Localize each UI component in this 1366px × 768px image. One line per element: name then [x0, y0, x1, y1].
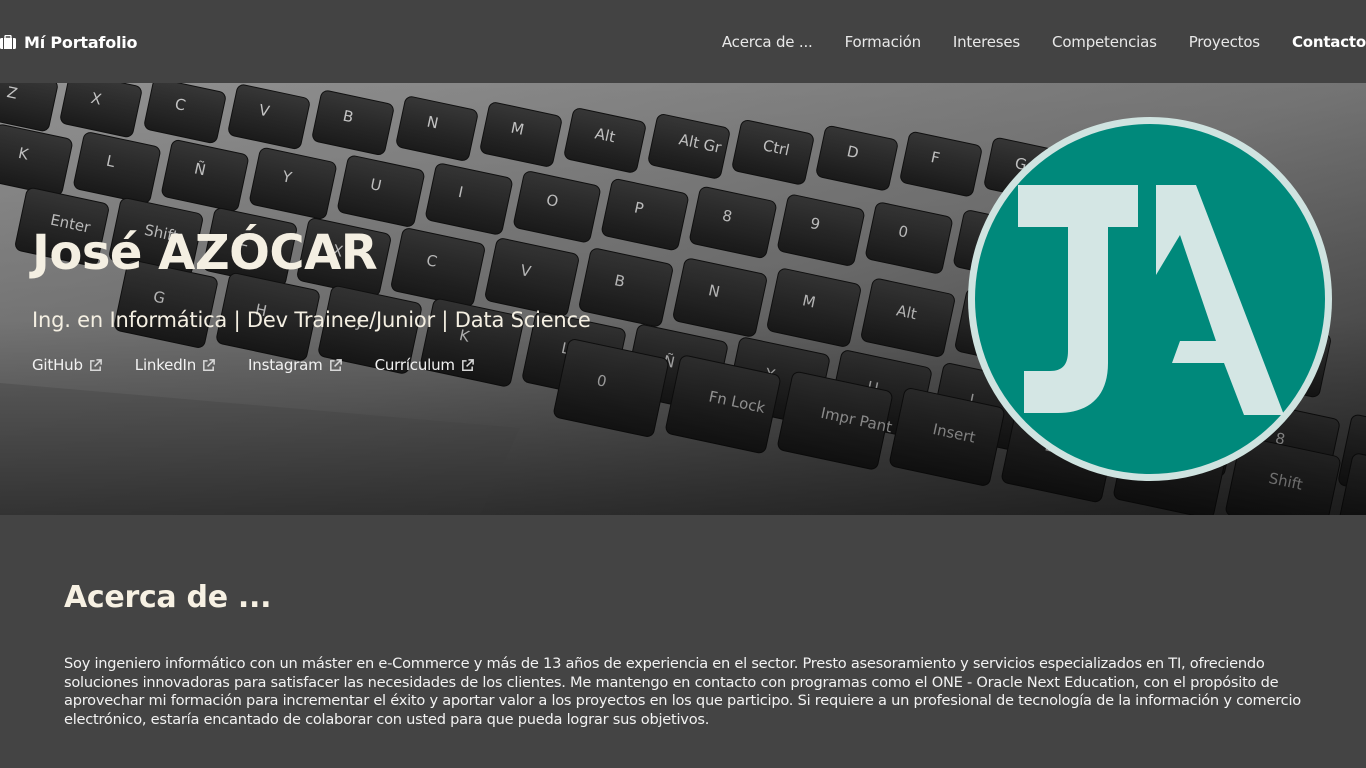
nav-item-proyectos[interactable]: Proyectos — [1189, 32, 1260, 52]
hero-name: José AZÓCAR — [32, 225, 378, 281]
nav-item-formacion[interactable]: Formación — [845, 32, 921, 52]
social-links: GitHub LinkedIn Instagram Currículum — [32, 355, 507, 375]
linkedin-link[interactable]: LinkedIn — [135, 355, 216, 375]
github-link-label: GitHub — [32, 356, 83, 374]
nav-item-competencias[interactable]: Competencias — [1052, 32, 1157, 52]
about-title: Acerca de ... — [64, 580, 272, 615]
navbar: Mí Portafolio Acerca de ... Formación In… — [0, 0, 1366, 83]
curriculum-link[interactable]: Currículum — [375, 355, 475, 375]
brand-link[interactable]: Mí Portafolio — [0, 32, 138, 52]
external-link-icon — [329, 358, 342, 371]
about-text: Soy ingeniero informático con un máster … — [64, 655, 1301, 729]
instagram-link-label: Instagram — [248, 356, 323, 374]
curriculum-link-label: Currículum — [374, 356, 455, 374]
nav-item-acerca[interactable]: Acerca de ... — [722, 32, 813, 52]
briefcase-icon — [0, 35, 16, 49]
instagram-link[interactable]: Instagram — [248, 355, 343, 375]
external-link-icon — [461, 358, 474, 371]
about-section: Acerca de ... Soy ingeniero informático … — [64, 578, 1304, 730]
external-link-icon — [89, 358, 102, 371]
hero-banner: ZXCVBNMAltAlt GrCtrlDFGHJKLÑYUIOP890Fn L… — [0, 83, 1366, 515]
nav-item-contacto[interactable]: Contacto — [1292, 32, 1366, 52]
nav-item-intereses[interactable]: Intereses — [953, 32, 1020, 52]
hero-subtitle: Ing. en Informática | Dev Trainee/Junior… — [32, 308, 591, 332]
ja-logo-image: JA — [968, 117, 1332, 481]
github-link[interactable]: GitHub — [32, 355, 103, 375]
nav-menu: Acerca de ... Formación Intereses Compet… — [690, 32, 1366, 52]
brand-label: Mí Portafolio — [24, 32, 138, 52]
linkedin-link-label: LinkedIn — [134, 356, 197, 374]
external-link-icon — [203, 358, 215, 371]
